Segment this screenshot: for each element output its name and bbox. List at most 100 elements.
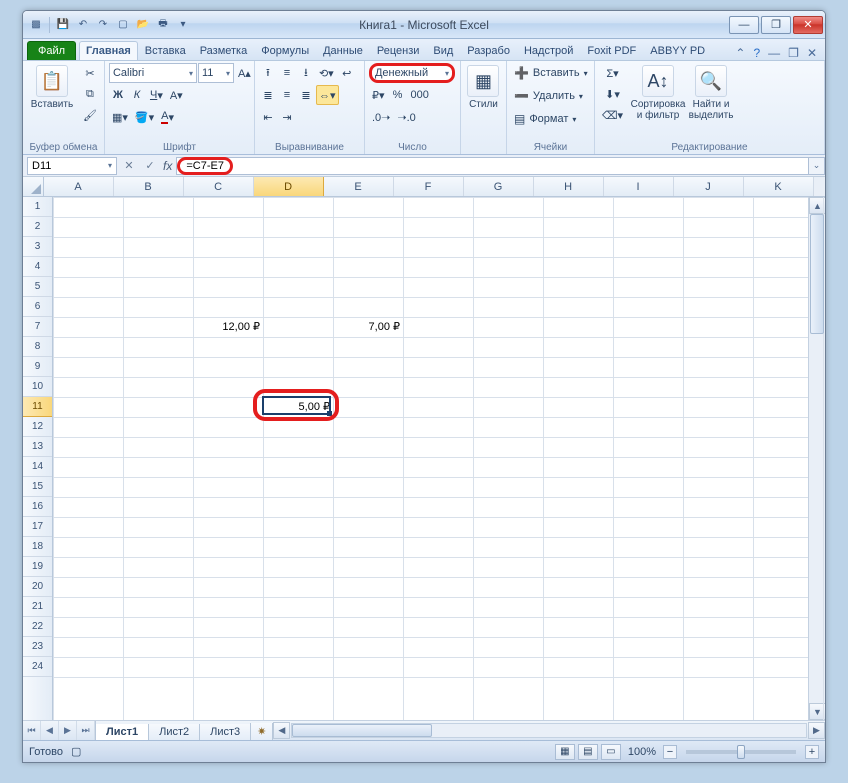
row-header-12[interactable]: 12 (23, 417, 52, 437)
doc-min-icon[interactable]: — (768, 46, 780, 60)
cell-C7[interactable]: 12,00 ₽ (193, 317, 263, 337)
column-header-K[interactable]: K (744, 177, 814, 196)
decrease-decimal-icon[interactable]: ➝.0 (394, 107, 418, 127)
scroll-left-icon[interactable]: ◀ (273, 722, 290, 739)
column-header-F[interactable]: F (394, 177, 464, 196)
column-header-C[interactable]: C (184, 177, 254, 196)
decrease-indent-icon[interactable]: ⇤ (259, 107, 277, 127)
grow-font-icon[interactable]: A▴ (235, 63, 254, 83)
sheet-last-icon[interactable]: ⏭ (77, 721, 95, 741)
column-header-H[interactable]: H (534, 177, 604, 196)
tab-insert[interactable]: Вставка (138, 41, 193, 60)
sort-filter-button[interactable]: A↕ Сортировка и фильтр (633, 63, 683, 121)
sheet-next-icon[interactable]: ▶ (59, 721, 77, 741)
font-name-combo[interactable]: Calibri▾ (109, 63, 197, 83)
tab-addins[interactable]: Надстрой (517, 41, 580, 60)
fx-icon[interactable]: fx (163, 159, 172, 173)
zoom-out-icon[interactable]: − (663, 745, 677, 759)
column-header-I[interactable]: I (604, 177, 674, 196)
row-header-1[interactable]: 1 (23, 197, 52, 217)
undo-icon[interactable]: ↶ (74, 16, 92, 34)
scroll-right-icon[interactable]: ▶ (808, 722, 825, 739)
row-header-19[interactable]: 19 (23, 557, 52, 577)
enter-formula-icon[interactable]: ✓ (141, 157, 159, 175)
row-header-16[interactable]: 16 (23, 497, 52, 517)
close-button[interactable]: ✕ (793, 16, 823, 34)
name-box[interactable]: D11▾ (27, 157, 117, 175)
row-header-21[interactable]: 21 (23, 597, 52, 617)
row-header-17[interactable]: 17 (23, 517, 52, 537)
row-header-15[interactable]: 15 (23, 477, 52, 497)
column-header-J[interactable]: J (674, 177, 744, 196)
row-header-6[interactable]: 6 (23, 297, 52, 317)
qat-more-icon[interactable]: ▾ (174, 16, 192, 34)
row-header-13[interactable]: 13 (23, 437, 52, 457)
new-sheet-icon[interactable]: ✷ (250, 723, 273, 741)
orientation-icon[interactable]: ⟲▾ (316, 63, 337, 83)
sheet-tab-1[interactable]: Лист1 (95, 724, 149, 741)
tab-file[interactable]: Файл (27, 41, 76, 60)
increase-decimal-icon[interactable]: .0➝ (369, 107, 393, 127)
hscroll-thumb[interactable] (292, 724, 432, 737)
fill-icon[interactable]: ⬇▾ (599, 84, 626, 104)
cancel-formula-icon[interactable]: ✕ (120, 157, 138, 175)
doc-close-icon[interactable]: ✕ (807, 46, 817, 60)
new-icon[interactable]: ▢ (114, 16, 132, 34)
excel-icon[interactable]: ▩ (27, 16, 45, 34)
tab-formulas[interactable]: Формулы (254, 41, 316, 60)
row-header-5[interactable]: 5 (23, 277, 52, 297)
expand-formula-bar-icon[interactable]: ⌄ (809, 157, 825, 175)
align-top-icon[interactable]: ⭱ (259, 63, 277, 83)
italic-icon[interactable]: К (128, 85, 146, 105)
sheet-first-icon[interactable]: ⏮ (23, 721, 41, 741)
vertical-scrollbar[interactable]: ▲ ▼ (808, 197, 825, 720)
sheet-tab-3[interactable]: Лист3 (199, 724, 251, 741)
align-center-icon[interactable]: ≡ (278, 85, 296, 105)
help-icon[interactable]: ? (753, 46, 760, 60)
zoom-in-icon[interactable]: + (805, 745, 819, 759)
fill-color-icon[interactable]: 🪣▾ (132, 107, 157, 127)
copy-icon[interactable]: ⧉ (80, 84, 100, 104)
row-header-22[interactable]: 22 (23, 617, 52, 637)
wrap-text-icon[interactable]: ↩ (338, 63, 356, 83)
tab-view[interactable]: Вид (426, 41, 460, 60)
sheet-tab-2[interactable]: Лист2 (148, 724, 200, 741)
row-header-24[interactable]: 24 (23, 657, 52, 677)
select-all-button[interactable] (23, 177, 44, 196)
row-header-23[interactable]: 23 (23, 637, 52, 657)
normal-view-icon[interactable]: ▦ (555, 744, 575, 760)
row-header-14[interactable]: 14 (23, 457, 52, 477)
cell-E7[interactable]: 7,00 ₽ (333, 317, 403, 337)
maximize-button[interactable]: ❐ (761, 16, 791, 34)
tab-data[interactable]: Данные (316, 41, 370, 60)
row-header-20[interactable]: 20 (23, 577, 52, 597)
row-header-18[interactable]: 18 (23, 537, 52, 557)
row-header-7[interactable]: 7 (23, 317, 52, 337)
print-preview-icon[interactable]: 🖶 (154, 16, 172, 34)
comma-icon[interactable]: 000 (408, 85, 432, 105)
tab-review[interactable]: Рецензи (370, 41, 427, 60)
align-middle-icon[interactable]: ≡ (278, 63, 296, 83)
zoom-knob[interactable] (737, 745, 745, 759)
horizontal-scrollbar[interactable]: ◀ ▶ (273, 722, 825, 739)
increase-indent-icon[interactable]: ⇥ (278, 107, 296, 127)
align-bottom-icon[interactable]: ⭳ (297, 63, 315, 83)
row-header-3[interactable]: 3 (23, 237, 52, 257)
font-size-combo[interactable]: 11▾ (198, 63, 234, 83)
zoom-slider[interactable] (686, 750, 796, 754)
page-layout-view-icon[interactable]: ▤ (578, 744, 598, 760)
delete-cells-button[interactable]: ➖Удалить▾ (511, 86, 586, 106)
formula-bar[interactable]: =C7-E7 (176, 157, 809, 175)
percent-icon[interactable]: % (389, 85, 407, 105)
autosum-icon[interactable]: Σ▾ (599, 63, 626, 83)
row-header-11[interactable]: 11 (23, 397, 52, 417)
sheet-prev-icon[interactable]: ◀ (41, 721, 59, 741)
cells-grid[interactable]: 12,00 ₽7,00 ₽5,00 ₽ (53, 197, 808, 720)
bold-icon[interactable]: Ж (109, 85, 127, 105)
currency-icon[interactable]: ₽▾ (369, 85, 388, 105)
save-icon[interactable]: 💾 (54, 16, 72, 34)
row-header-8[interactable]: 8 (23, 337, 52, 357)
format-cells-button[interactable]: ▤Формат▾ (511, 109, 579, 129)
row-header-10[interactable]: 10 (23, 377, 52, 397)
number-format-combo[interactable]: Денежный▾ (369, 63, 455, 83)
